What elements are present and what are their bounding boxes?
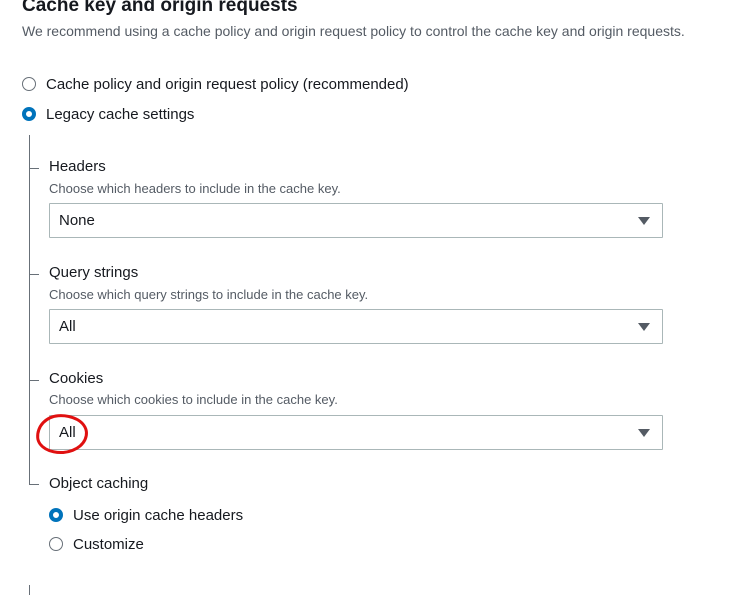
tree-branch-object-caching bbox=[29, 484, 39, 485]
headers-description: Choose which headers to include in the c… bbox=[49, 181, 341, 196]
headers-label: Headers bbox=[49, 158, 106, 175]
query-strings-select-value: All bbox=[59, 318, 76, 335]
headers-select[interactable]: None bbox=[49, 203, 663, 238]
object-caching-label: Object caching bbox=[49, 475, 149, 492]
radio-use-origin-cache-headers-label: Use origin cache headers bbox=[73, 506, 244, 524]
tree-branch-headers bbox=[29, 168, 39, 169]
radio-button-checked[interactable] bbox=[22, 107, 36, 121]
cookies-select[interactable]: All bbox=[49, 415, 663, 450]
radio-button-unchecked[interactable] bbox=[49, 537, 63, 551]
headers-select-value: None bbox=[59, 212, 95, 229]
tree-branch-query-strings bbox=[29, 274, 39, 275]
cookies-select-value: All bbox=[59, 424, 76, 441]
radio-button-checked[interactable] bbox=[49, 508, 63, 522]
radio-legacy-cache[interactable]: Legacy cache settings bbox=[22, 104, 194, 124]
caret-down-icon bbox=[638, 429, 650, 437]
radio-button-unchecked[interactable] bbox=[22, 77, 36, 91]
radio-customize[interactable]: Customize bbox=[49, 534, 144, 554]
radio-cache-policy[interactable]: Cache policy and origin request policy (… bbox=[22, 74, 409, 94]
query-strings-description: Choose which query strings to include in… bbox=[49, 287, 369, 302]
section-title: Cache key and origin requests bbox=[22, 0, 298, 16]
tree-connector-tail bbox=[29, 585, 30, 595]
cookies-description: Choose which cookies to include in the c… bbox=[49, 392, 338, 407]
section-description: We recommend using a cache policy and or… bbox=[22, 23, 685, 39]
cookies-label: Cookies bbox=[49, 370, 104, 387]
caret-down-icon bbox=[638, 323, 650, 331]
radio-cache-policy-label: Cache policy and origin request policy (… bbox=[46, 75, 409, 93]
tree-connector-line bbox=[29, 135, 30, 485]
radio-customize-label: Customize bbox=[73, 535, 144, 553]
tree-branch-cookies bbox=[29, 380, 39, 381]
query-strings-label: Query strings bbox=[49, 264, 139, 281]
radio-use-origin-cache-headers[interactable]: Use origin cache headers bbox=[49, 505, 243, 525]
caret-down-icon bbox=[638, 217, 650, 225]
radio-legacy-cache-label: Legacy cache settings bbox=[46, 105, 195, 123]
query-strings-select[interactable]: All bbox=[49, 309, 663, 344]
